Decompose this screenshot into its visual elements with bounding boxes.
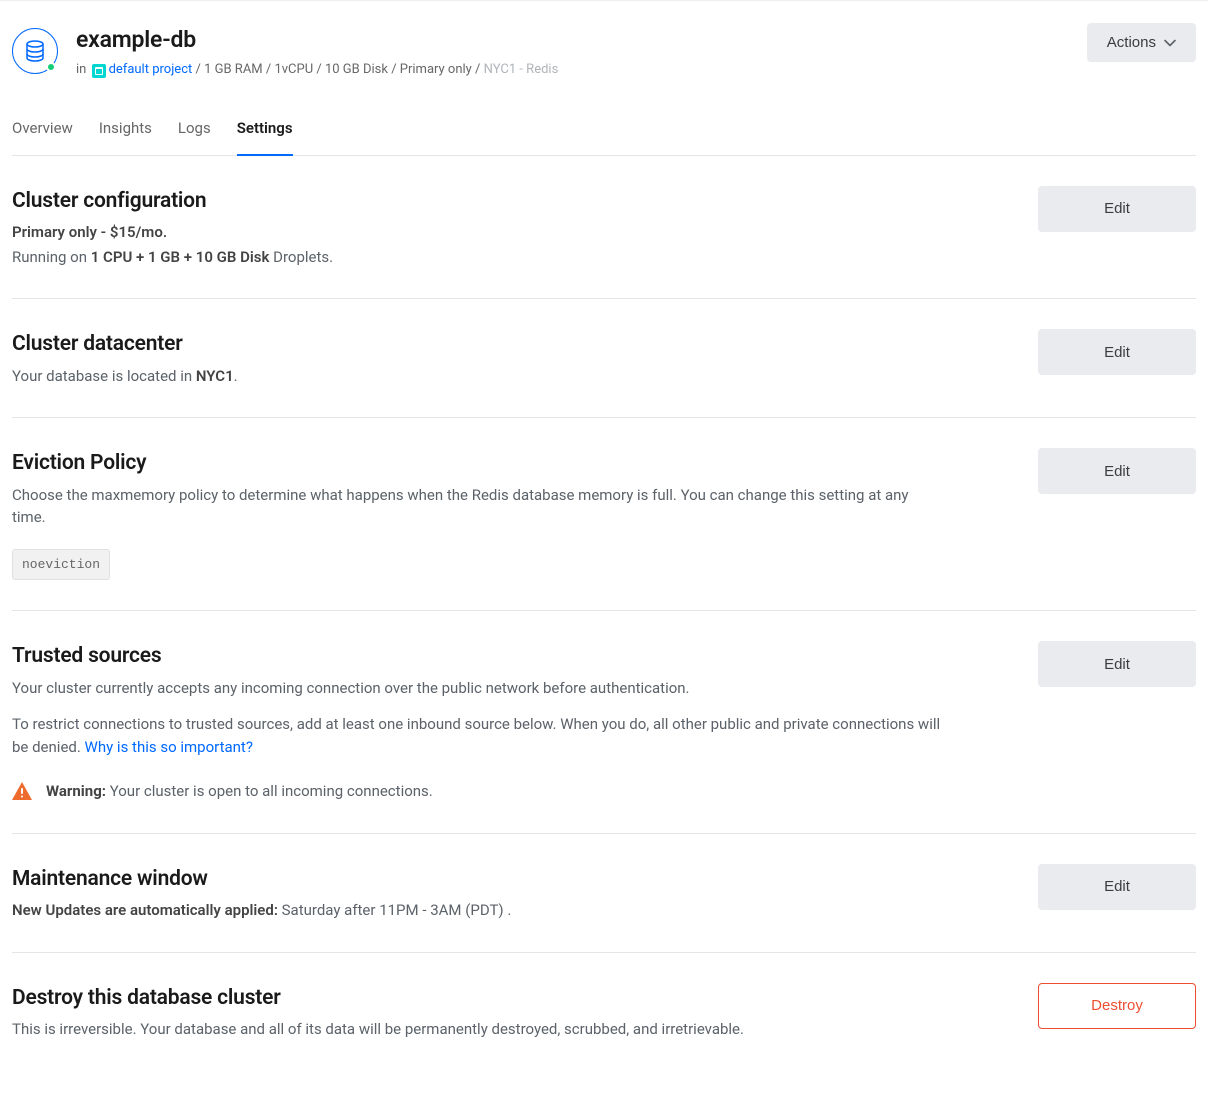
- tab-insights[interactable]: Insights: [99, 117, 152, 156]
- edit-maintenance-button[interactable]: Edit: [1038, 864, 1196, 910]
- eviction-title: Eviction Policy: [12, 448, 942, 480]
- project-icon: [92, 64, 106, 78]
- tab-logs[interactable]: Logs: [178, 117, 211, 156]
- warning-row: Warning: Your cluster is open to all inc…: [12, 780, 942, 803]
- trusted-title: Trusted sources: [12, 641, 942, 673]
- title-block: example-db in default project / 1 GB RAM…: [76, 23, 558, 79]
- cluster-config-running: Running on 1 CPU + 1 GB + 10 GB Disk Dro…: [12, 246, 942, 269]
- edit-cluster-config-button[interactable]: Edit: [1038, 186, 1196, 232]
- tabs: Overview Insights Logs Settings: [12, 117, 1196, 156]
- status-dot-icon: [46, 62, 56, 72]
- section-destroy: Destroy this database cluster This is ir…: [12, 953, 1196, 1071]
- warning-icon: [12, 782, 32, 800]
- destroy-title: Destroy this database cluster: [12, 983, 942, 1015]
- tab-overview[interactable]: Overview: [12, 117, 73, 156]
- edit-datacenter-button[interactable]: Edit: [1038, 329, 1196, 375]
- section-trusted-sources: Trusted sources Your cluster currently a…: [12, 611, 1196, 834]
- chevron-down-icon: [1164, 39, 1176, 47]
- section-maintenance: Maintenance window New Updates are autom…: [12, 834, 1196, 953]
- maintenance-title: Maintenance window: [12, 864, 942, 896]
- cluster-config-plan: Primary only - $15/mo.: [12, 223, 167, 241]
- tab-settings[interactable]: Settings: [237, 117, 293, 156]
- breadcrumb-sep1: /: [192, 62, 204, 77]
- section-datacenter: Cluster datacenter Your database is loca…: [12, 299, 1196, 418]
- why-important-link[interactable]: Why is this so important?: [85, 738, 253, 756]
- breadcrumb-in: in: [76, 62, 86, 77]
- breadcrumb-sep2: /: [472, 62, 484, 77]
- trusted-desc1: Your cluster currently accepts any incom…: [12, 677, 942, 700]
- datacenter-title: Cluster datacenter: [12, 329, 942, 361]
- datacenter-desc: Your database is located in NYC1.: [12, 365, 942, 388]
- trusted-desc2: To restrict connections to trusted sourc…: [12, 713, 942, 758]
- page-header: example-db in default project / 1 GB RAM…: [12, 23, 1196, 79]
- edit-eviction-button[interactable]: Edit: [1038, 448, 1196, 494]
- edit-trusted-button[interactable]: Edit: [1038, 641, 1196, 687]
- header-left: example-db in default project / 1 GB RAM…: [12, 23, 558, 79]
- actions-button-label: Actions: [1107, 34, 1156, 51]
- section-eviction: Eviction Policy Choose the maxmemory pol…: [12, 418, 1196, 611]
- warning-text: Warning: Your cluster is open to all inc…: [46, 780, 433, 803]
- database-icon: [12, 28, 58, 74]
- project-link[interactable]: default project: [109, 62, 193, 77]
- eviction-desc: Choose the maxmemory policy to determine…: [12, 484, 942, 529]
- actions-button[interactable]: Actions: [1087, 23, 1196, 62]
- maintenance-desc: New Updates are automatically applied: S…: [12, 899, 942, 922]
- destroy-button[interactable]: Destroy: [1038, 983, 1196, 1029]
- page-title: example-db: [76, 23, 558, 58]
- cluster-config-title: Cluster configuration: [12, 186, 942, 218]
- breadcrumb-specs: 1 GB RAM / 1vCPU / 10 GB Disk / Primary …: [204, 62, 472, 77]
- breadcrumb-region: NYC1 - Redis: [484, 62, 559, 77]
- destroy-desc: This is irreversible. Your database and …: [12, 1018, 942, 1041]
- breadcrumb: in default project / 1 GB RAM / 1vCPU / …: [76, 60, 558, 80]
- section-cluster-config: Cluster configuration Primary only - $15…: [12, 156, 1196, 300]
- eviction-value: noeviction: [12, 549, 110, 581]
